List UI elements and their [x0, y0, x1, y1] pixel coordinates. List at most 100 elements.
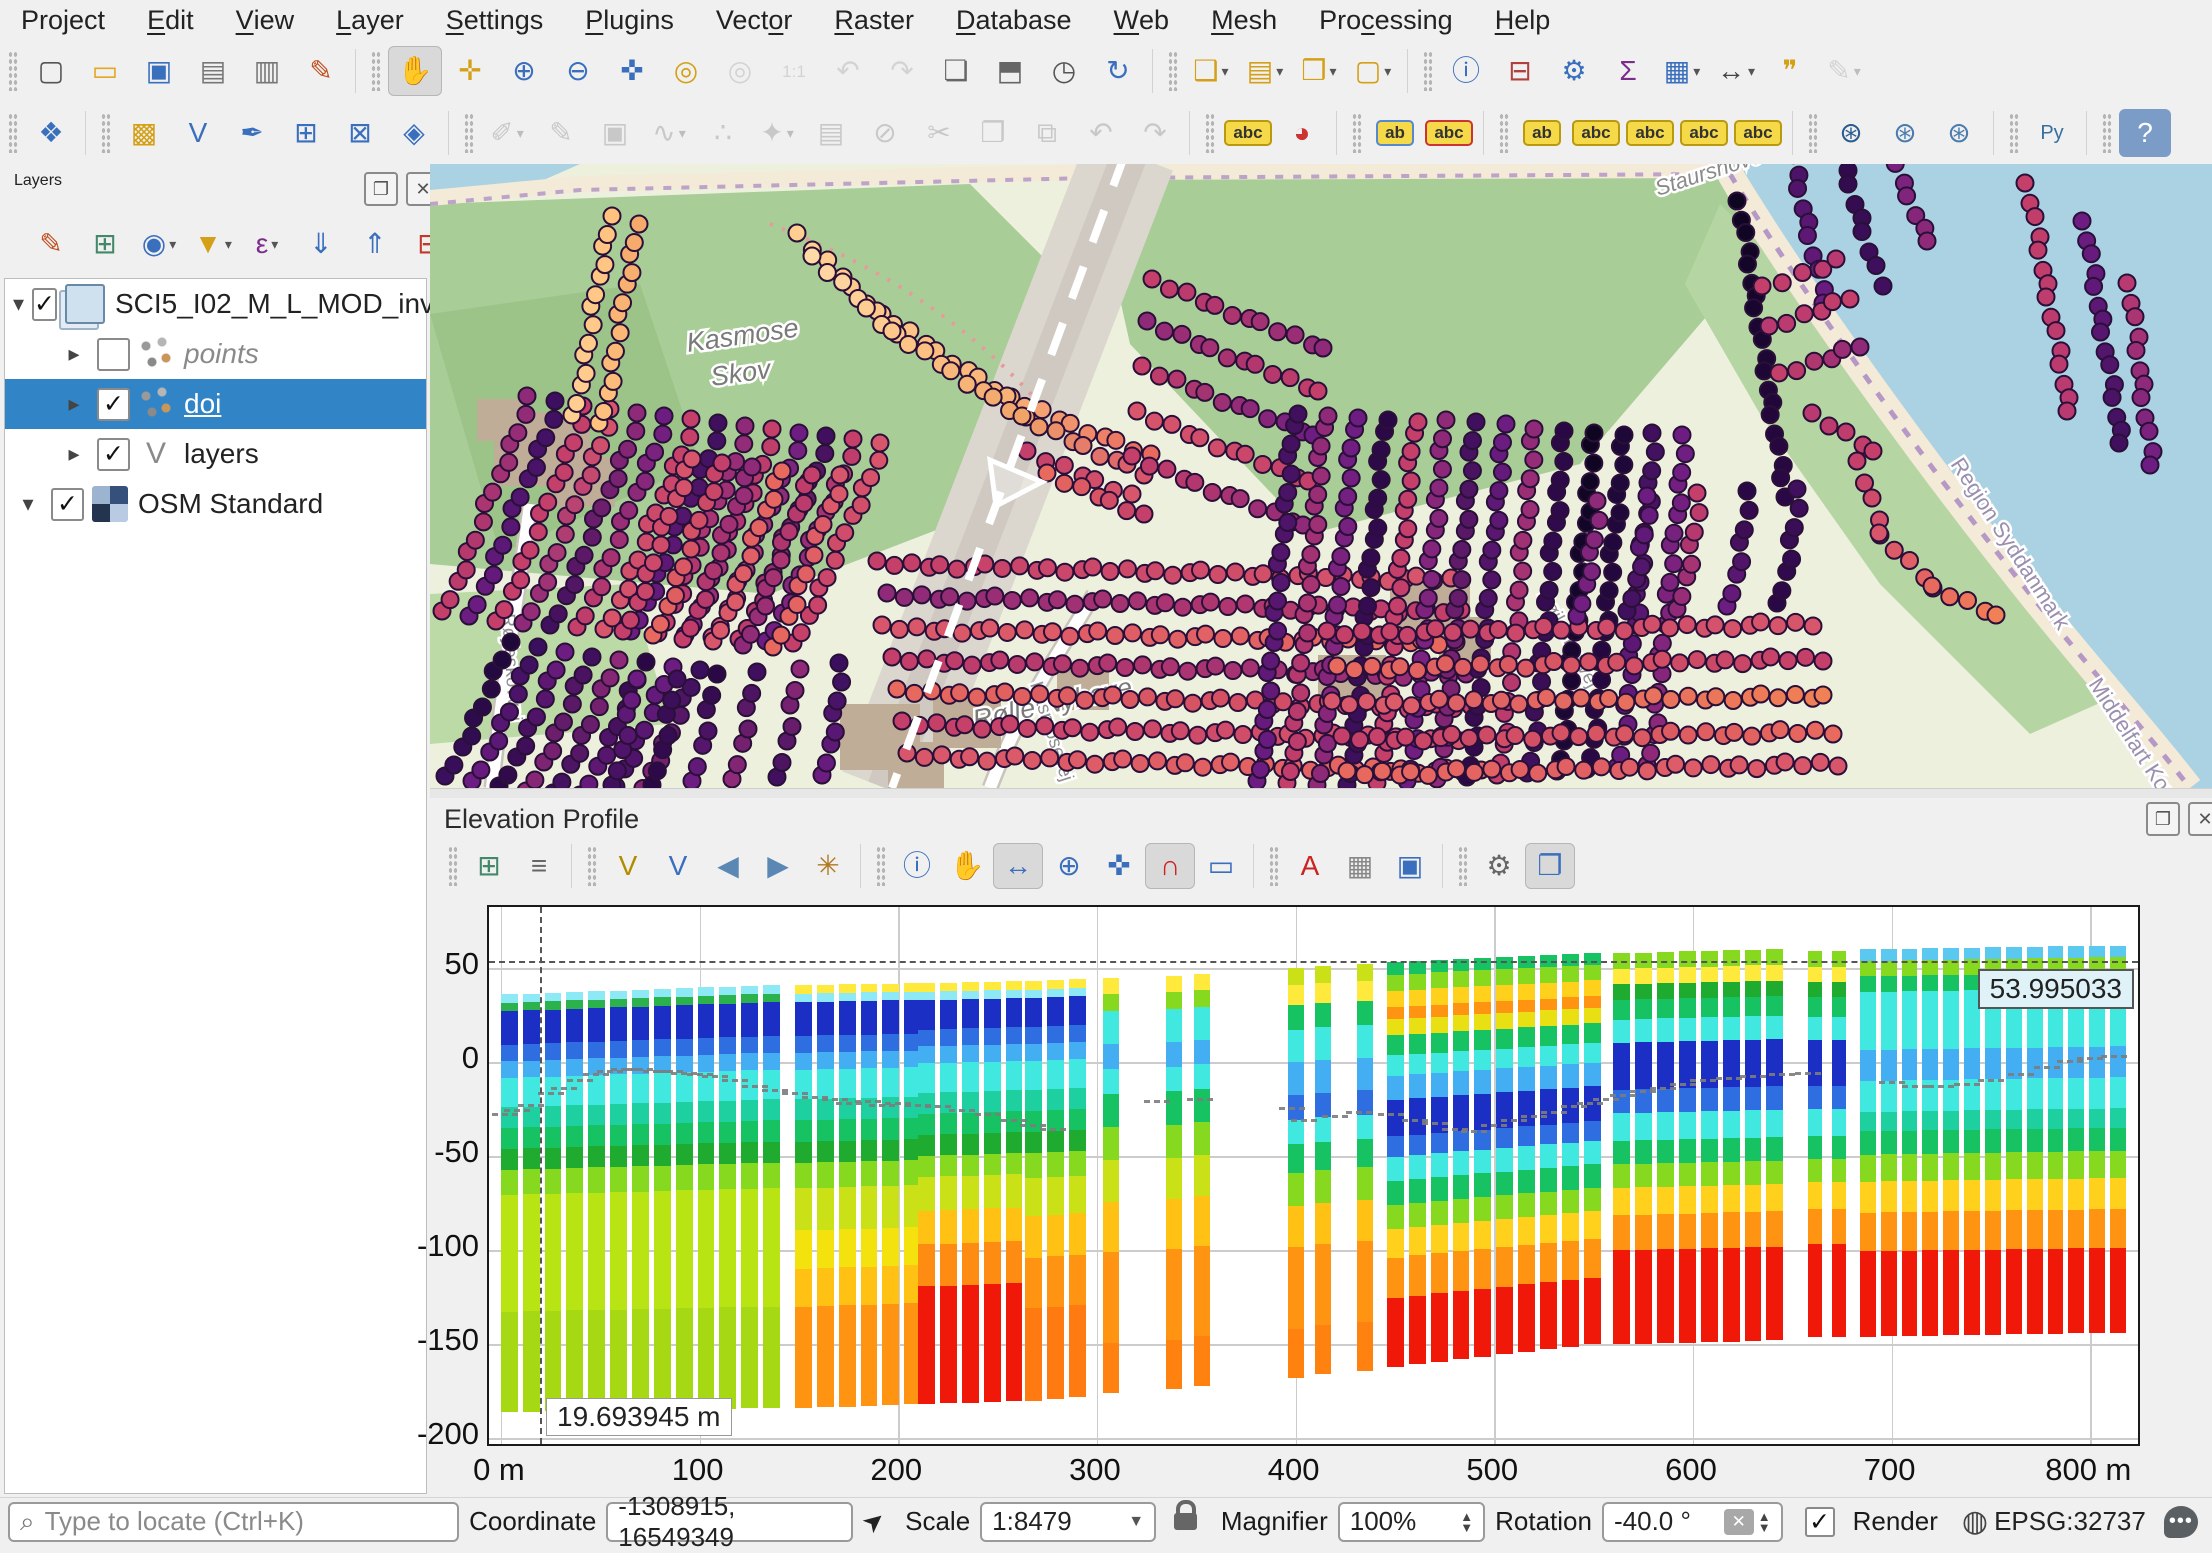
new-virtual-layer-icon[interactable]: ◈ — [388, 109, 440, 157]
spinner-arrows[interactable]: ▲▼ — [1758, 1511, 1771, 1533]
pin-label-button[interactable]: ab — [1516, 109, 1568, 157]
rotate-label-button[interactable]: abc — [1678, 109, 1730, 157]
select-by-freehand-icon[interactable]: ❒▾ — [1293, 47, 1345, 95]
show-layout-manager-icon[interactable]: ▥ — [241, 47, 293, 95]
layer-diagram-options-icon[interactable]: ◕ — [1276, 109, 1328, 157]
visibility-checkbox[interactable]: ✓ — [32, 288, 57, 321]
visibility-checkbox[interactable]: ✓ — [51, 488, 84, 521]
export-results-icon[interactable]: ▣ — [1386, 844, 1434, 888]
help-contents-icon[interactable]: ? — [2119, 109, 2171, 157]
search-catalog-icon[interactable]: ⊛ — [1933, 109, 1985, 157]
layer-item-points[interactable]: ▸points — [5, 329, 426, 379]
save-project-icon[interactable]: ▣ — [133, 47, 185, 95]
capture-curve-from-feature-icon[interactable]: V — [654, 844, 702, 888]
metasearch-icon[interactable]: ⊛ — [1825, 109, 1877, 157]
magnifier-spin[interactable]: 100%▲▼ — [1338, 1502, 1485, 1542]
expand-all-icon[interactable]: ⇓ — [297, 222, 345, 266]
float-panel-button[interactable]: ❐ — [2146, 802, 2180, 836]
nudge-left-icon[interactable]: ◀ — [704, 844, 752, 888]
add-layers-icon[interactable]: ⊞ — [465, 844, 513, 888]
menu-database[interactable]: Database — [935, 0, 1093, 40]
zoom-x-axis-icon[interactable]: ↔ — [993, 843, 1043, 889]
new-map-view-icon[interactable]: ❏ — [930, 47, 982, 95]
menu-project[interactable]: Project — [0, 0, 126, 40]
pan-icon[interactable]: ✋ — [943, 844, 991, 888]
menu-layer[interactable]: Layer — [315, 0, 425, 40]
profile-options-icon[interactable]: ⚙ — [1475, 844, 1523, 888]
show-layer-tree-icon[interactable]: ≡ — [515, 844, 563, 888]
new-print-layout-icon[interactable]: ▤ — [187, 47, 239, 95]
layer-labeling-options-button[interactable]: abc — [1222, 109, 1274, 157]
visibility-checkbox[interactable]: ✓ — [97, 438, 130, 471]
crs-status[interactable]: EPSG:32737 — [1994, 1506, 2146, 1537]
get-map-services-icon[interactable]: ⊛ — [1879, 109, 1931, 157]
new-temporary-scratch-layer-icon[interactable]: ⊞ — [280, 109, 332, 157]
menu-web[interactable]: Web — [1093, 0, 1191, 40]
python-console-icon[interactable]: Py — [2026, 109, 2078, 157]
menu-mesh[interactable]: Mesh — [1190, 0, 1298, 40]
menu-raster[interactable]: Raster — [813, 0, 935, 40]
menu-vector[interactable]: Vector — [695, 0, 814, 40]
pan-map-icon[interactable]: ✋ — [388, 46, 442, 96]
new-geopackage-layer-icon[interactable]: ▩ — [118, 109, 170, 157]
layer-item-layers[interactable]: ▸✓Vlayers — [5, 429, 426, 479]
menu-processing[interactable]: Processing — [1298, 0, 1474, 40]
coordinate-value[interactable]: -1308915, 16549349 — [606, 1502, 853, 1542]
expander-icon[interactable]: ▸ — [59, 391, 89, 417]
pin-unpin-labels-button[interactable]: ab — [1369, 109, 1421, 157]
filter-by-expression-icon[interactable]: ε▾ — [243, 222, 291, 266]
menu-view[interactable]: View — [215, 0, 316, 40]
statistical-summary-icon[interactable]: ⊟ — [1494, 47, 1546, 95]
messages-icon[interactable]: ••• — [2164, 1506, 2198, 1538]
menu-edit[interactable]: Edit — [126, 0, 215, 40]
layer-item-sci5-i02-m-l-mod-inv[interactable]: ▾✓SCI5_I02_M_L_MOD_inv — [5, 279, 426, 329]
measure-distances-icon[interactable]: ▭ — [1197, 844, 1245, 888]
show-sum-features-icon[interactable]: Σ — [1602, 47, 1654, 95]
layer-item-osm-standard[interactable]: ▾✓OSM Standard — [5, 479, 426, 529]
zoom-icon[interactable]: ⊕ — [1045, 844, 1093, 888]
open-project-icon[interactable]: ▭ — [79, 47, 131, 95]
identify-features-icon[interactable]: ⓘ — [1440, 47, 1492, 95]
nudge-right-icon[interactable]: ▶ — [754, 844, 802, 888]
layer-item-doi[interactable]: ▸✓doi — [5, 379, 426, 429]
new-project-icon[interactable]: ▢ — [25, 47, 77, 95]
menu-help[interactable]: Help — [1474, 0, 1572, 40]
visibility-checkbox[interactable] — [97, 338, 130, 371]
expander-icon[interactable]: ▸ — [59, 341, 89, 367]
show-hide-labels-button[interactable]: abc — [1570, 109, 1622, 157]
clear-rotation-icon[interactable]: ✕ — [1724, 1509, 1754, 1535]
change-label-button[interactable]: abc — [1732, 109, 1784, 157]
zoom-full-icon[interactable]: ✜ — [1095, 844, 1143, 888]
refresh-icon[interactable]: ↻ — [1092, 47, 1144, 95]
style-manager-icon[interactable]: ✎ — [295, 47, 347, 95]
enable-snapping-icon[interactable]: ∩ — [1145, 843, 1195, 889]
collapse-all-icon[interactable]: ⇑ — [351, 222, 399, 266]
new-annotation-layer-icon[interactable]: ✒ — [226, 109, 278, 157]
temporal-controller-icon[interactable]: ◷ — [1038, 47, 1090, 95]
new-shapefile-layer-icon[interactable]: V — [172, 109, 224, 157]
select-by-form-icon[interactable]: ▤▾ — [1239, 47, 1291, 95]
new-mesh-layer-icon[interactable]: ⊠ — [334, 109, 386, 157]
processing-toolbox-icon[interactable]: ⚙ — [1548, 47, 1600, 95]
dock-elevation-profile-icon[interactable]: ❐ — [1525, 843, 1575, 889]
extents-pointer-icon[interactable]: ➤ — [856, 1503, 893, 1541]
spinner-arrows[interactable]: ▲▼ — [1460, 1511, 1473, 1533]
expander-icon[interactable]: ▸ — [59, 441, 89, 467]
add-group-icon[interactable]: ⊞ — [81, 222, 129, 266]
locate-input[interactable]: ⌕ Type to locate (Ctrl+K) — [8, 1502, 459, 1542]
move-label-button[interactable]: abc — [1624, 109, 1676, 157]
map-tips-icon[interactable]: ❞ — [1764, 47, 1816, 95]
lock-scale-icon[interactable] — [1174, 1513, 1197, 1530]
highlight-pinned-labels-button[interactable]: abc — [1423, 109, 1475, 157]
expander-icon[interactable]: ▾ — [13, 491, 43, 517]
clear-icon[interactable]: ✳ — [804, 844, 852, 888]
close-panel-button[interactable]: ✕ — [2188, 802, 2212, 836]
map-canvas[interactable]: KasmoseSkovRølle NyhaveStaurshovedRegion… — [430, 164, 2212, 788]
menu-settings[interactable]: Settings — [425, 0, 565, 40]
render-checkbox[interactable]: ✓ — [1805, 1507, 1835, 1537]
open-data-source-manager-icon[interactable]: ❖ — [25, 109, 77, 157]
float-panel-button[interactable]: ❐ — [364, 172, 398, 206]
new-3d-map-view-icon[interactable]: ⬒ — [984, 47, 1036, 95]
profile-chart[interactable]: 19.693945 m53.995033 — [487, 905, 2140, 1446]
expander-icon[interactable]: ▾ — [13, 291, 24, 317]
